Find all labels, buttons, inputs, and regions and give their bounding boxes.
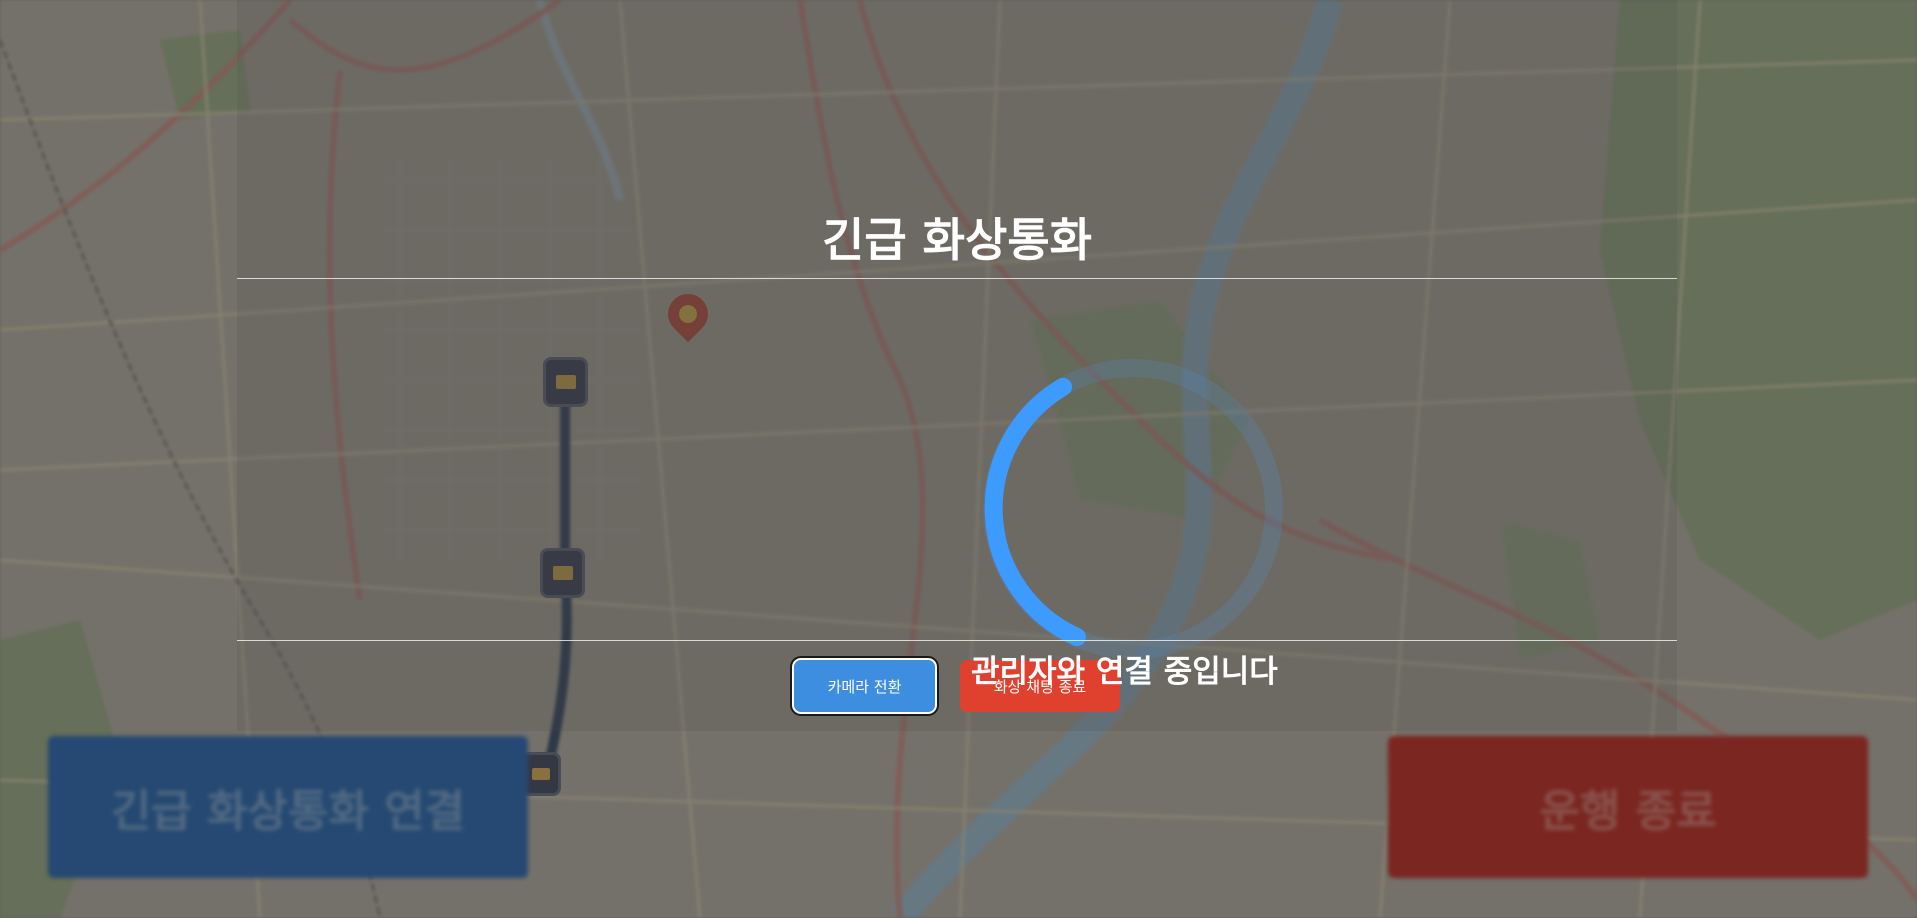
modal-title: 긴급 화상통화 <box>822 213 1092 267</box>
switch-camera-button[interactable]: 카메라 전환 <box>794 660 935 712</box>
video-call-modal: 긴급 화상통화 카메라 전환 화상 채팅 종료 관리자와 연결 중입니다 <box>237 0 1677 731</box>
buttons-divider <box>237 640 1677 641</box>
loading-spinner-icon <box>983 359 1283 659</box>
video-area <box>237 279 1677 659</box>
connection-status-text: 관리자와 연결 중입니다 <box>971 654 1278 690</box>
